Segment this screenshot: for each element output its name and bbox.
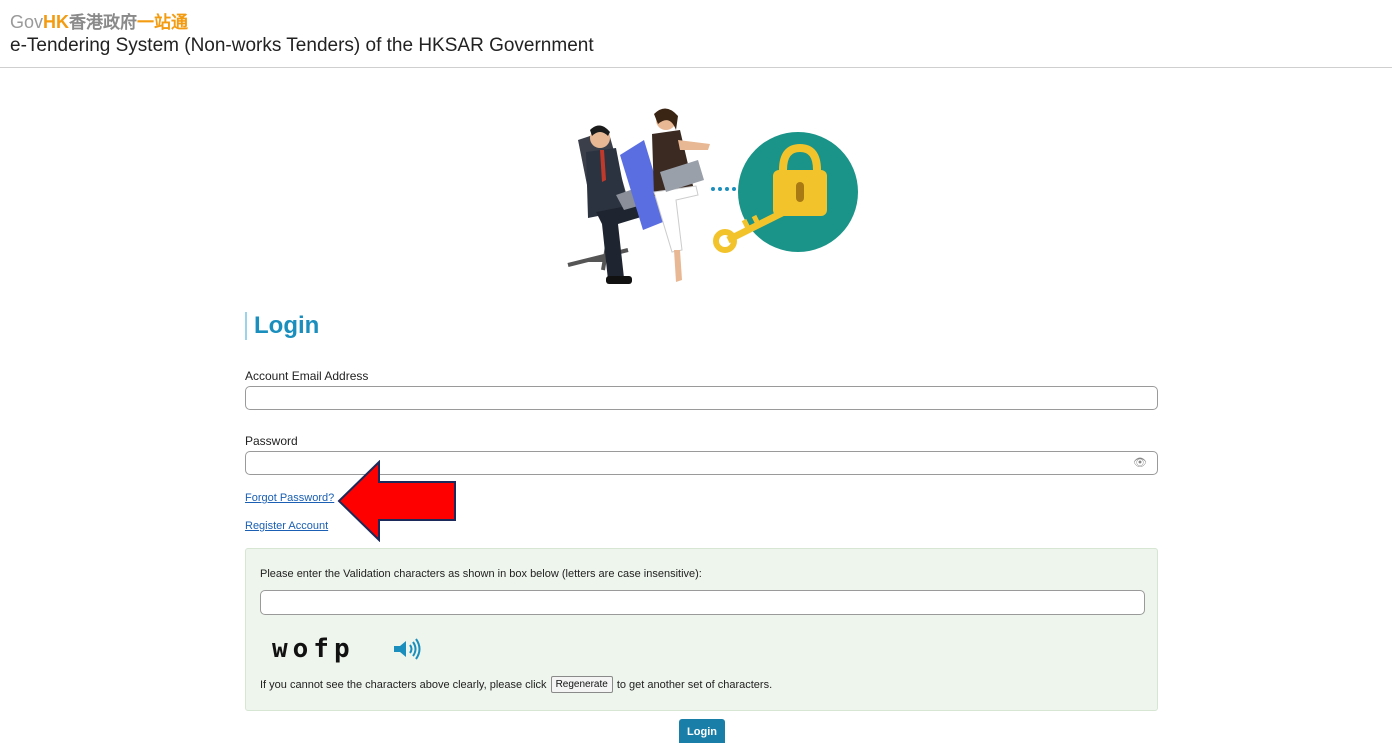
forgot-password-link[interactable]: Forgot Password? [245, 492, 334, 504]
logo-gov-text: Gov [10, 12, 44, 32]
login-heading: Login [245, 312, 319, 340]
password-label: Password [245, 434, 298, 448]
captcha-text: wofp [272, 634, 355, 664]
red-arrow-annotation [337, 460, 456, 542]
logo-chinese-text: 香港政府 [69, 13, 138, 32]
govhk-logo[interactable]: GovHK香港政府一站通 [10, 8, 188, 33]
login-illustration [567, 108, 858, 284]
logo-chinese-accent-text: 一站通 [137, 13, 189, 32]
logo-hk-text: HK [43, 12, 70, 32]
regenerate-suffix: to get another set of characters. [616, 678, 773, 691]
regenerate-line: If you cannot see the characters above c… [260, 676, 772, 693]
validation-panel: Please enter the Validation characters a… [245, 548, 1158, 711]
eye-icon[interactable]: 👁 [1133, 456, 1147, 469]
validation-instructions: Please enter the Validation characters a… [260, 568, 702, 580]
email-label: Account Email Address [245, 369, 369, 383]
register-account-link[interactable]: Register Account [245, 520, 328, 532]
validation-input[interactable] [260, 590, 1145, 615]
regenerate-prefix: If you cannot see the characters above c… [260, 678, 547, 691]
site-header: GovHK香港政府一站通 e-Tendering System (Non-wor… [0, 0, 1392, 68]
login-button[interactable]: Login [679, 719, 725, 743]
speaker-icon[interactable] [392, 637, 424, 661]
regenerate-button[interactable]: Regenerate [550, 676, 613, 693]
system-title: e-Tendering System (Non-works Tenders) o… [10, 35, 594, 56]
email-field[interactable] [245, 386, 1158, 410]
